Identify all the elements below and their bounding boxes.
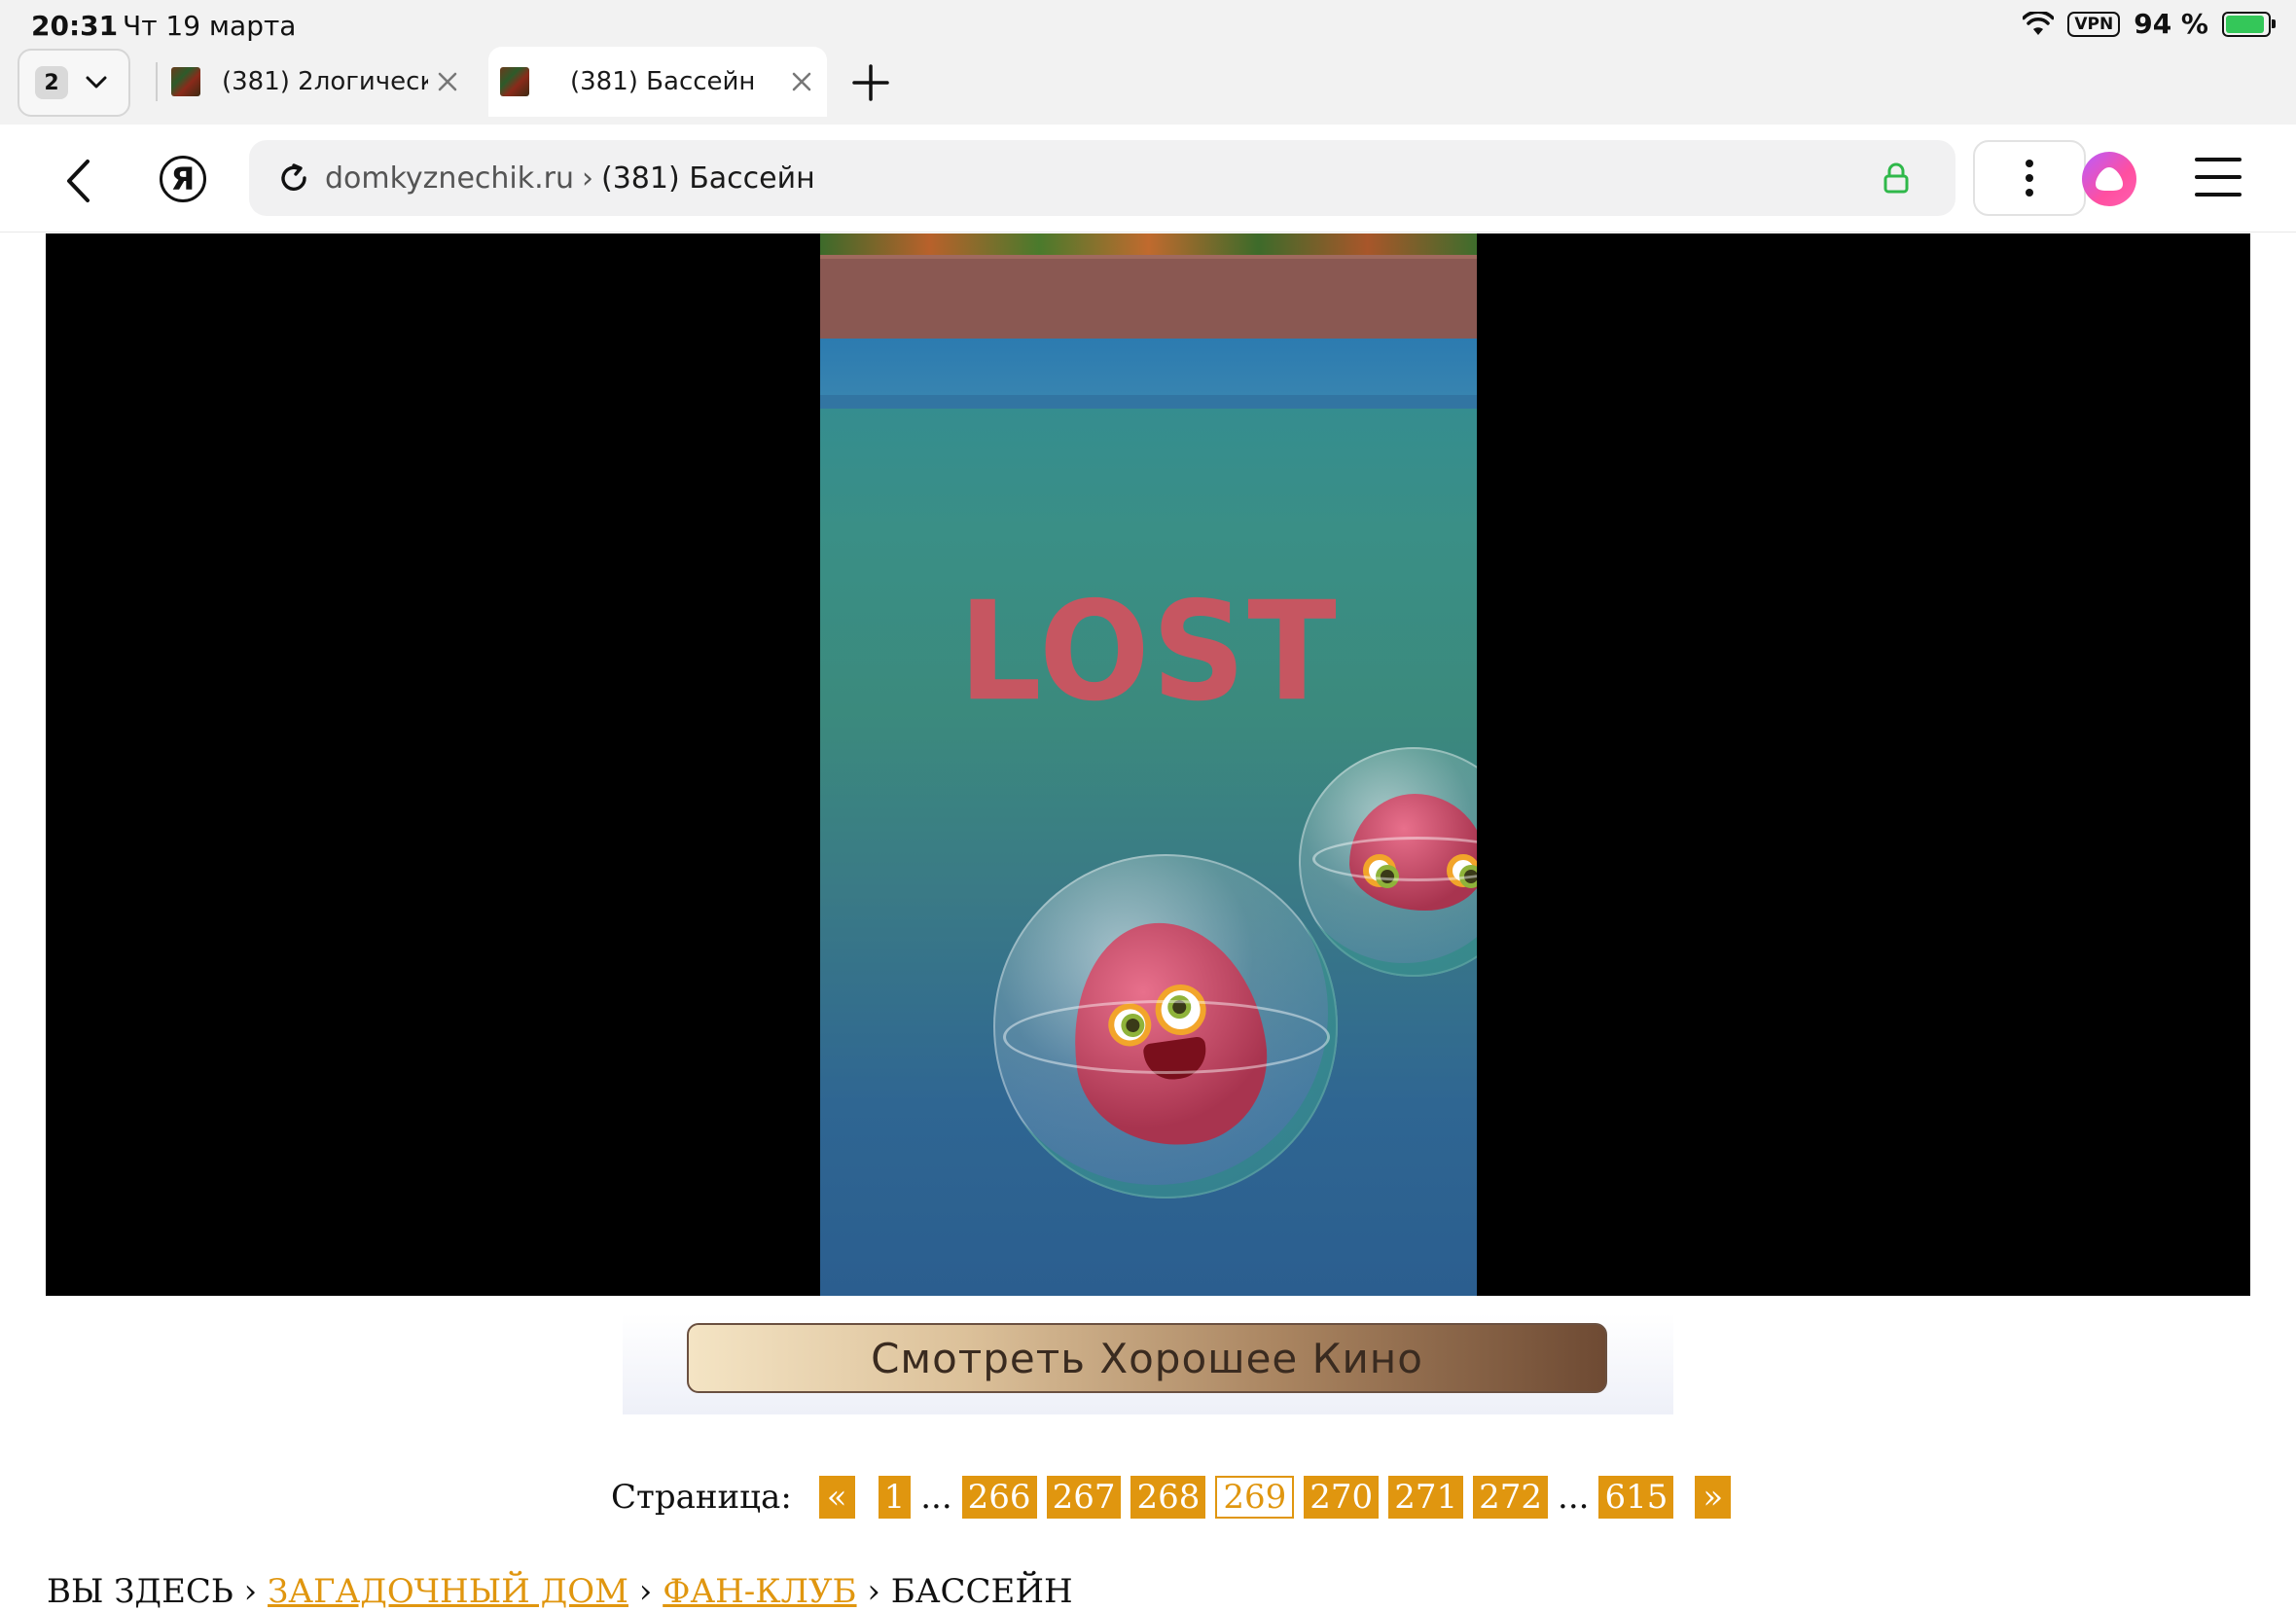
reload-icon <box>281 163 306 191</box>
pool-rim <box>820 255 1477 342</box>
menu-line <box>2195 158 2242 161</box>
page-link-last[interactable]: 615 <box>1598 1476 1674 1519</box>
close-tab-button[interactable] <box>428 62 467 101</box>
lost-message: LOST <box>958 572 1339 732</box>
url-page-title: (381) Бассейн <box>601 161 815 196</box>
vertical-dots-icon <box>2026 160 2033 197</box>
bubble-large <box>993 854 1338 1199</box>
tab-divider <box>156 62 158 101</box>
tab-title: (381) Бассейн <box>570 67 756 96</box>
bubble-small <box>1299 747 1477 977</box>
plus-icon <box>852 64 889 101</box>
page-link-first[interactable]: 1 <box>878 1476 912 1519</box>
reload-button[interactable] <box>274 159 313 197</box>
close-tab-button[interactable] <box>782 62 821 101</box>
tab-logic[interactable]: (381) 2логическ... <box>160 47 473 117</box>
alice-icon <box>2096 167 2123 191</box>
menu-line <box>2195 175 2242 179</box>
address-bar[interactable]: domkyznechik.ru › (381) Бассейн <box>249 140 1955 216</box>
game-screen[interactable]: LOST <box>820 233 1477 1296</box>
breadcrumb: ВЫ ЗДЕСЬ › ЗАГАДОЧНЫЙ ДОМ › ФАН-КЛУБ › Б… <box>47 1572 1073 1611</box>
breadcrumb-current: БАССЕЙН <box>890 1572 1073 1611</box>
yandex-logo-button[interactable]: Я <box>160 156 206 202</box>
video-player[interactable]: LOST <box>46 233 2250 1296</box>
battery-icon <box>2222 11 2276 37</box>
tab-pool-active[interactable]: (381) Бассейн <box>488 47 827 117</box>
vpn-badge: VPN <box>2067 11 2121 37</box>
watch-good-movies-button[interactable]: Смотреть Хорошее Кино <box>687 1323 1607 1393</box>
page-link[interactable]: 268 <box>1130 1476 1206 1519</box>
status-time: 20:31 <box>31 10 119 42</box>
breadcrumb-prefix: ВЫ ЗДЕСЬ <box>47 1572 233 1611</box>
lock-icon <box>1883 162 1909 194</box>
page-link[interactable]: 272 <box>1473 1476 1549 1519</box>
menu-line <box>2195 193 2242 197</box>
close-icon <box>792 72 811 91</box>
breadcrumb-link-mystery-house[interactable]: ЗАГАДОЧНЫЙ ДОМ <box>268 1572 628 1611</box>
close-icon <box>438 72 457 91</box>
water-surface <box>820 339 1477 409</box>
battery-percent: 94 % <box>2134 8 2208 40</box>
new-tab-button[interactable] <box>846 58 895 107</box>
alice-assistant-button[interactable] <box>2082 152 2136 206</box>
breadcrumb-link-fan-club[interactable]: ФАН-КЛУБ <box>663 1572 856 1611</box>
next-page-link[interactable]: » <box>1695 1476 1732 1519</box>
url-domain: domkyznechik.ru <box>325 161 574 196</box>
tab-strip: 2 (381) 2логическ... (381) Бассейн <box>0 43 2296 125</box>
page-link[interactable]: 267 <box>1046 1476 1122 1519</box>
main-menu-button[interactable] <box>2195 158 2242 197</box>
current-page: 269 <box>1215 1476 1295 1519</box>
site-favicon-icon <box>500 67 529 96</box>
breadcrumb-separator: › <box>243 1572 258 1611</box>
tab-switcher-button[interactable]: 2 <box>18 49 130 117</box>
grass-edge <box>820 233 1477 255</box>
browser-toolbar: Я domkyznechik.ru › (381) Бассейн <box>0 125 2296 233</box>
chevron-down-icon <box>86 76 107 89</box>
site-favicon-icon <box>171 67 200 96</box>
tab-count: 2 <box>35 66 68 99</box>
page-link[interactable]: 266 <box>961 1476 1037 1519</box>
chevron-left-icon <box>67 160 90 202</box>
back-button[interactable] <box>54 154 101 208</box>
pagination-ellipsis: ... <box>920 1478 952 1517</box>
url-separator: › <box>582 161 593 196</box>
bubble-ring <box>1312 837 1477 881</box>
prev-page-link[interactable]: « <box>818 1476 855 1519</box>
pagination-ellipsis: ... <box>1558 1478 1590 1517</box>
page-link[interactable]: 270 <box>1304 1476 1380 1519</box>
pagination-label: Страница: <box>611 1478 792 1517</box>
pagination: Страница: « 1 ... 266 267 268 269 270 27… <box>611 1475 1740 1520</box>
bubble-ring <box>1003 1000 1330 1074</box>
wifi-icon <box>2023 11 2055 35</box>
status-bar: 20:31 Чт 19 марта VPN 94 % <box>0 0 2296 43</box>
more-options-button[interactable] <box>1973 140 2086 216</box>
tab-title: (381) 2логическ... <box>222 67 428 96</box>
breadcrumb-separator: › <box>638 1572 653 1611</box>
status-indicators: VPN 94 % <box>2023 8 2276 40</box>
page-link[interactable]: 271 <box>1388 1476 1464 1519</box>
status-date: Чт 19 марта <box>123 10 297 42</box>
breadcrumb-separator: › <box>867 1572 880 1611</box>
